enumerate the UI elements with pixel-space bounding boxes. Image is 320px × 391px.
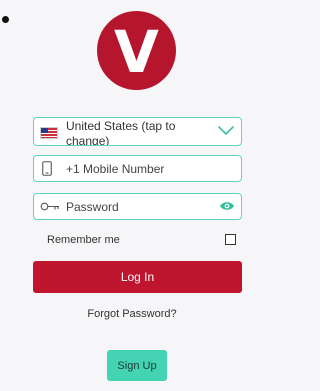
eye-icon[interactable] bbox=[219, 200, 235, 212]
remember-me-checkbox[interactable] bbox=[225, 234, 236, 245]
forgot-password-link[interactable]: Forgot Password? bbox=[0, 308, 264, 320]
signup-button[interactable]: Sign Up bbox=[107, 350, 167, 381]
password-field[interactable]: Password bbox=[33, 193, 242, 220]
chevron-down-icon[interactable] bbox=[217, 123, 235, 137]
mobile-number-placeholder: +1 Mobile Number bbox=[66, 162, 165, 176]
phone-icon bbox=[42, 161, 52, 176]
login-button-label: Log In bbox=[120, 270, 155, 284]
login-button[interactable]: Log In bbox=[33, 261, 242, 293]
us-flag-icon bbox=[40, 127, 58, 139]
signup-button-label: Sign Up bbox=[117, 359, 157, 372]
mobile-number-field[interactable]: +1 Mobile Number bbox=[33, 155, 242, 182]
bullet-dot bbox=[2, 16, 9, 23]
country-select-value: United States (tap to change) bbox=[66, 119, 176, 146]
password-placeholder: Password bbox=[66, 200, 119, 214]
app-logo: V bbox=[97, 11, 176, 90]
remember-me-label: Remember me bbox=[47, 234, 120, 246]
logo-letter: V bbox=[114, 17, 159, 86]
forgot-password-label: Forgot Password? bbox=[87, 308, 177, 320]
key-icon bbox=[40, 202, 59, 211]
country-select[interactable]: United States (tap to change) bbox=[33, 117, 242, 146]
